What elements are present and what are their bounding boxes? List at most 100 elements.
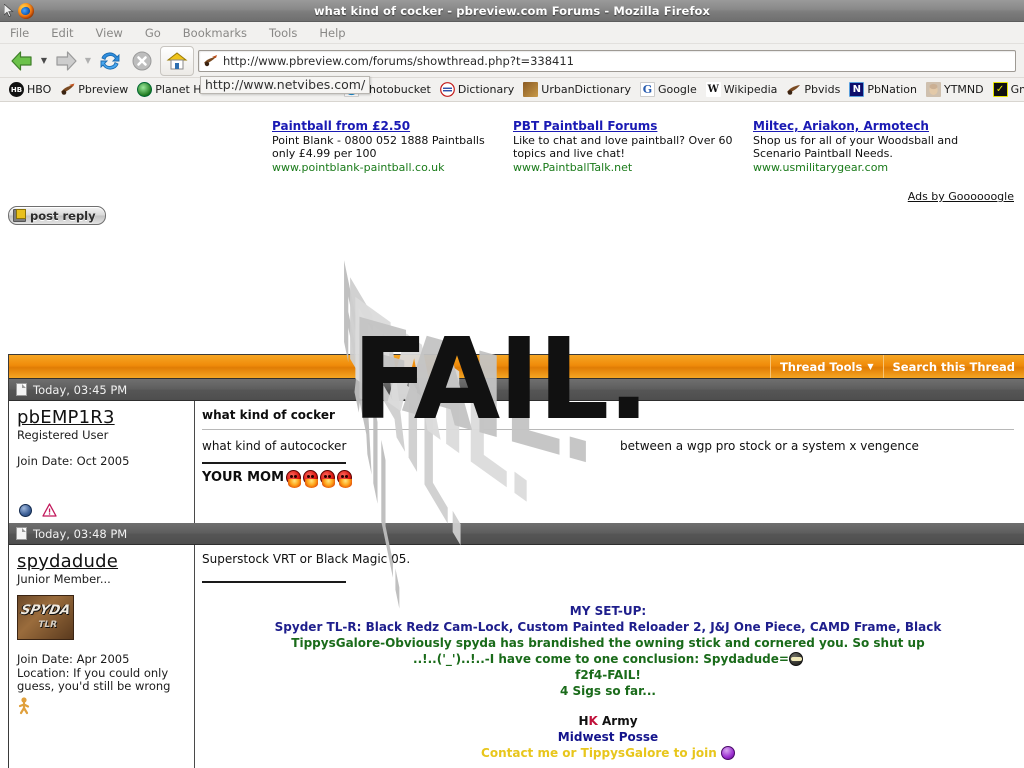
ad-url[interactable]: www.PaintballTalk.net bbox=[513, 161, 748, 174]
menu-item-bookmarks[interactable]: Bookmarks bbox=[183, 26, 247, 40]
pbreview-favicon-icon bbox=[204, 54, 217, 66]
ad-title[interactable]: PBT Paintball Forums bbox=[513, 119, 748, 134]
mad-smiley-icon bbox=[303, 470, 319, 488]
firefox-icon bbox=[18, 2, 34, 19]
chevron-down-icon: ▼ bbox=[867, 362, 874, 371]
url-bar[interactable]: http://www.pbreview.com/forums/showthrea… bbox=[198, 49, 1016, 72]
mad-smiley-icon bbox=[320, 470, 336, 488]
post-header: Today, 03:48 PM bbox=[9, 523, 1024, 545]
pbnation-icon: N bbox=[849, 82, 865, 97]
post-subject: what kind of cocker bbox=[202, 408, 335, 422]
signature-line: Spyder TL-R: Black Redz Cam-Lock, Custom… bbox=[274, 620, 942, 634]
urbandictionary-icon bbox=[523, 82, 539, 97]
shades-smiley-icon bbox=[788, 652, 803, 666]
post-reply-button[interactable]: post reply bbox=[8, 206, 106, 225]
ad-url[interactable]: www.usmilitarygear.com bbox=[753, 161, 1013, 174]
post: pbEMP1R3 Registered User Join Date: Oct … bbox=[9, 401, 1024, 523]
bookmark-dictionary[interactable]: Dictionary bbox=[437, 81, 517, 98]
post-message-pane: what kind of cocker what kind of autococ… bbox=[195, 401, 1024, 523]
signature-line: Contact me or TippysGalore to join bbox=[202, 745, 1014, 761]
ad-line2: Scenario Paintball Needs. bbox=[753, 146, 893, 160]
post-reply-row: post reply bbox=[0, 206, 1024, 232]
divider bbox=[202, 429, 1014, 430]
ad-title[interactable]: Paintball from £2.50 bbox=[272, 119, 512, 134]
menu-bar: File Edit View Go Bookmarks Tools Help bbox=[0, 22, 1024, 44]
bookmark-label: HBO bbox=[27, 83, 52, 96]
bookmark-label: Google bbox=[657, 83, 697, 96]
menu-item-go[interactable]: Go bbox=[145, 26, 161, 40]
ad-url[interactable]: www.pointblank-paintball.co.uk bbox=[272, 161, 512, 174]
dictionary-icon bbox=[439, 82, 455, 97]
post-body-right: between a wgp pro stock or a system x ve… bbox=[620, 439, 919, 453]
signature-line: f2f4-FAIL! bbox=[575, 668, 641, 682]
bookmark-google[interactable]: G Google bbox=[637, 81, 700, 98]
back-icon[interactable] bbox=[6, 46, 38, 76]
signature-line: MY SET-UP: bbox=[569, 604, 647, 618]
menu-item-tools[interactable]: Tools bbox=[269, 26, 297, 40]
post-location-line1: Location: If you could only bbox=[17, 665, 169, 680]
bookmark-tooltip: http://www.netvibes.com/ bbox=[200, 76, 371, 94]
bookmark-label: Dictionary bbox=[457, 83, 515, 96]
bookmark-hbo[interactable]: HB HBO bbox=[6, 81, 54, 98]
post-signature: YOUR MOM bbox=[202, 470, 1014, 488]
menu-item-help[interactable]: Help bbox=[319, 26, 345, 40]
ad-item[interactable]: Miltec, Ariakon, Armotech Shop us for al… bbox=[753, 119, 1013, 174]
menu-item-file[interactable]: File bbox=[10, 26, 29, 40]
bookmark-label: Pbreview bbox=[78, 83, 129, 96]
search-this-thread-button[interactable]: Search this Thread bbox=[882, 355, 1024, 378]
avatar-text: SPYDA bbox=[19, 603, 72, 618]
bookmark-pbnation[interactable]: N PbNation bbox=[846, 81, 920, 98]
pbvids-icon bbox=[787, 85, 801, 95]
ad-item[interactable]: Paintball from £2.50 Point Blank - 0800 … bbox=[272, 119, 512, 174]
avatar: SPYDA TLR bbox=[17, 595, 74, 640]
menu-item-view[interactable]: View bbox=[96, 26, 123, 40]
forward-dropdown-icon: ▼ bbox=[84, 56, 92, 65]
ad-line1: Like to chat and love paintball? Over 60 bbox=[513, 134, 733, 147]
post-username[interactable]: pbEMP1R3 bbox=[17, 407, 186, 428]
post-username[interactable]: spydadude bbox=[17, 551, 186, 572]
menu-item-edit[interactable]: Edit bbox=[51, 26, 73, 40]
google-ads-block: Paintball from £2.50 Point Blank - 0800 … bbox=[0, 111, 1024, 206]
pbreview-icon bbox=[61, 83, 75, 95]
hbo-icon: HB bbox=[9, 82, 24, 97]
post-user-badges bbox=[19, 503, 57, 517]
post-icon bbox=[16, 527, 27, 540]
thread-tools-button[interactable]: Thread Tools ▼ bbox=[769, 355, 883, 378]
bookmark-wikipedia[interactable]: W Wikipedia bbox=[703, 81, 781, 98]
reload-icon[interactable] bbox=[94, 46, 126, 76]
ad-item[interactable]: PBT Paintball Forums Like to chat and lo… bbox=[513, 119, 748, 174]
bookmark-label: UrbanDictionary bbox=[541, 83, 631, 96]
post-reply-label: post reply bbox=[30, 208, 96, 223]
home-icon[interactable] bbox=[160, 45, 194, 76]
bookmark-pbreview[interactable]: Pbreview bbox=[57, 81, 131, 98]
bookmark-gmod[interactable]: ✓ Gmod foru bbox=[990, 81, 1024, 98]
url-text[interactable]: http://www.pbreview.com/forums/showthrea… bbox=[223, 54, 574, 68]
signature-line: HK Army bbox=[578, 714, 638, 728]
bookmarks-toolbar: HB HBO Pbreview Planet Ha Gmail Photobuc… bbox=[0, 76, 1024, 102]
mad-smiley-icon bbox=[286, 470, 302, 488]
back-dropdown-icon[interactable]: ▼ bbox=[38, 46, 50, 76]
post-reply-icon bbox=[13, 209, 26, 222]
google-icon: G bbox=[639, 82, 655, 97]
bookmark-urbandictionary[interactable]: UrbanDictionary bbox=[520, 81, 634, 98]
ad-title[interactable]: Miltec, Ariakon, Armotech bbox=[753, 119, 1013, 134]
post: spydadude Junior Member... SPYDA TLR Joi… bbox=[9, 545, 1024, 768]
ad-line2: topics and live chat! bbox=[513, 146, 625, 160]
search-thread-label: Search this Thread bbox=[892, 359, 1016, 374]
offline-status-icon bbox=[19, 503, 32, 517]
post-timestamp: Today, 03:48 PM bbox=[33, 526, 128, 541]
bookmark-ytmnd[interactable]: YTMND bbox=[923, 81, 987, 98]
gmod-icon: ✓ bbox=[992, 82, 1008, 97]
ads-by-google-label[interactable]: Ads by Goooooogle bbox=[908, 190, 1014, 203]
post-signature: MY SET-UP: Spyder TL-R: Black Redz Cam-L… bbox=[202, 589, 1014, 761]
bookmark-label: Gmod foru bbox=[1010, 83, 1024, 96]
thread-tools-label: Thread Tools bbox=[779, 359, 863, 374]
ytmnd-icon bbox=[925, 82, 941, 97]
report-post-icon[interactable] bbox=[42, 503, 57, 517]
mad-smiley-icon bbox=[337, 470, 353, 488]
bookmark-pbvids[interactable]: Pbvids bbox=[783, 81, 843, 98]
forward-icon bbox=[50, 46, 82, 76]
page-content: Paintball from £2.50 Point Blank - 0800 … bbox=[0, 111, 1024, 768]
stop-icon bbox=[126, 46, 158, 76]
avatar-text2: TLR bbox=[36, 620, 58, 630]
